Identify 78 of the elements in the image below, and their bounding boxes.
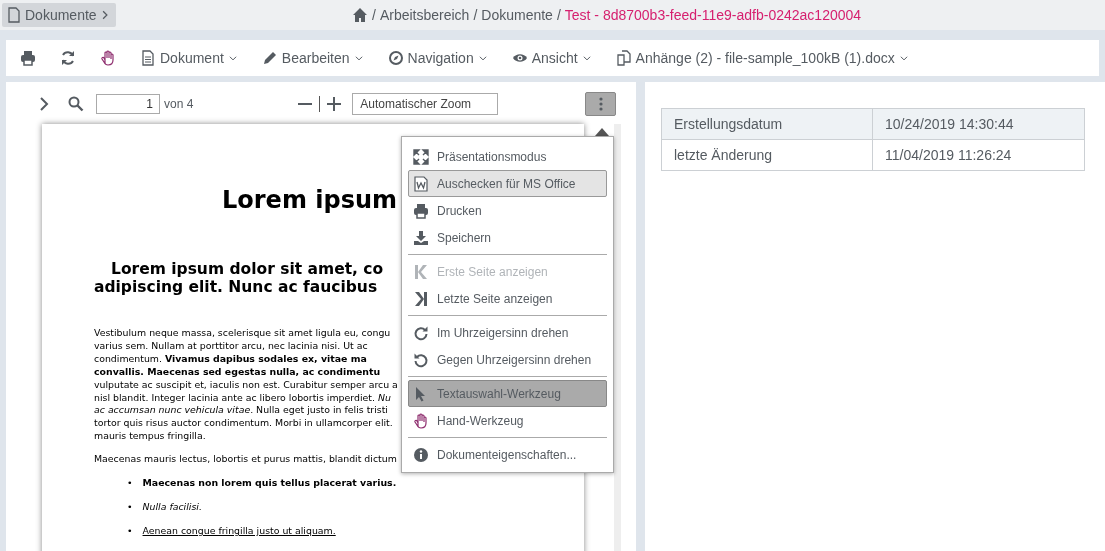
search-button[interactable] (68, 96, 84, 112)
expand-icon (413, 148, 429, 165)
download-icon (413, 229, 429, 246)
document-title: Lorem ipsum (222, 186, 398, 214)
menu-dropdown[interactable]: Ansicht (509, 50, 602, 66)
caret-icon (227, 53, 238, 63)
menu-item[interactable]: Im Uhrzeigersinn drehen (408, 319, 607, 346)
back-button[interactable]: Dokumente (2, 3, 116, 27)
caret-icon (898, 53, 909, 63)
menu-item[interactable]: Auschecken für MS Office (408, 170, 607, 197)
path-separator: / (372, 7, 376, 23)
zoom-select[interactable]: Automatischer Zoom (352, 93, 499, 115)
menu-dropdown[interactable]: Dokument (138, 50, 248, 66)
menu-dropdown[interactable]: Anhänge (2) - file-sample_100kB (1).docx (613, 50, 919, 66)
menu-item[interactable]: Letzte Seite anzeigen (408, 285, 607, 312)
rotate-counterclockwise-icon (413, 351, 429, 368)
compass-icon (387, 50, 404, 66)
page-number-field[interactable]: 1 (96, 94, 160, 114)
menu-dropdown[interactable]: Bearbeiten (259, 50, 374, 66)
caret-icon (477, 53, 488, 63)
table-cell: 11/04/2019 11:26:24 (872, 139, 1085, 171)
last-page-icon (413, 290, 429, 307)
word-file-icon (413, 175, 429, 192)
scrollbar[interactable] (614, 124, 621, 551)
menu-item[interactable]: Dokumenteigenschaften... (408, 441, 607, 468)
document-icon (140, 50, 156, 66)
table-cell: letzte Änderung (661, 139, 873, 171)
document-icon (6, 7, 22, 23)
attachments-icon (615, 50, 632, 66)
breadcrumb-link[interactable]: Arbeitsbereich (379, 7, 470, 23)
bullet-item: Aenean congue fringilla justo ut aliquam. (142, 525, 336, 537)
printer-icon (20, 50, 36, 66)
menu-item[interactable]: Drucken (408, 197, 607, 224)
menu-item[interactable]: Speichern (408, 224, 607, 251)
bullet-marker: • (127, 477, 133, 489)
menu-dropdown[interactable]: Navigation (385, 50, 498, 66)
path-separator: / (473, 7, 478, 23)
paragraph-line: mauris tempus fringilla. (94, 430, 206, 444)
caret-icon (581, 53, 592, 63)
paragraph-line: nisl blandit. Integer lacinia ante ac libero lobortis imperdiet. Nu (94, 391, 391, 405)
info-icon (413, 446, 429, 463)
menu-item[interactable]: Präsentationsmodus (408, 143, 607, 170)
rotate-clockwise-icon (413, 324, 429, 341)
document-subtitle-line: Lorem ipsum dolor sit amet, co (111, 260, 384, 278)
caret-icon (353, 53, 364, 63)
home-icon (352, 7, 368, 23)
page-count: von 4 (164, 97, 194, 111)
bullet-marker: • (127, 501, 133, 513)
bullet-marker: • (127, 525, 133, 537)
plus-icon (326, 96, 343, 112)
table-cell: 10/24/2019 14:30:44 (872, 108, 1085, 140)
more-icon (598, 97, 603, 111)
zoom-in-button[interactable] (326, 96, 343, 112)
paragraph-line: tortor quis risus auctor condimentum. Morbi in ullamcorper elit. (94, 417, 393, 431)
first-page-icon (413, 263, 429, 280)
hand-icon (413, 412, 429, 429)
paragraph-line: Vestibulum neque massa, scelerisque sit amet ligula eu, congu (94, 327, 391, 340)
hand-icon (100, 50, 116, 66)
paragraph-line: vulputate ac suscipit et, iaculis non est. Curabitur semper arcu a (94, 378, 398, 392)
pencil-icon (261, 50, 278, 66)
printer-icon (413, 202, 429, 219)
current-document-title: Test - 8d8700b3-feed-11e9-adfb-0242ac120004 (564, 7, 862, 23)
bullet-item: Maecenas non lorem quis tellus placerat varius. (142, 477, 397, 489)
breadcrumb-link[interactable]: Dokumente (481, 7, 553, 23)
paragraph-line: condimentum. Vivamus dapibus sodales ex, vitae ma (94, 352, 367, 366)
paragraph-line: ac accumsan nunc vehicula vitae. Nulla eget justo in felis tristi (94, 404, 388, 418)
paragraph-line: Maecenas mauris lectus, lobortis et purus mattis, blandit dictum (94, 453, 397, 467)
table-cell: Erstellungsdatum (661, 108, 873, 140)
refresh-icon (60, 50, 76, 66)
path-separator: / (556, 7, 561, 23)
paragraph-line: varius sem. Nullam at porttitor arcu, nec lacinia nisi. Ut ac (94, 339, 368, 353)
minus-icon (297, 103, 314, 105)
document-subtitle-line: adipiscing elit. Nunc ac faucibus (94, 278, 378, 296)
menu-item[interactable]: Hand-Werkzeug (408, 407, 607, 434)
paragraph-line: convallis. Maecenas sed egestas nulla, ac condimentu (94, 365, 381, 379)
search-icon (68, 96, 84, 112)
bullet-item: Nulla facilisi. (142, 501, 202, 513)
menu-item[interactable]: Gegen Uhrzeigersinn drehen (408, 346, 607, 373)
